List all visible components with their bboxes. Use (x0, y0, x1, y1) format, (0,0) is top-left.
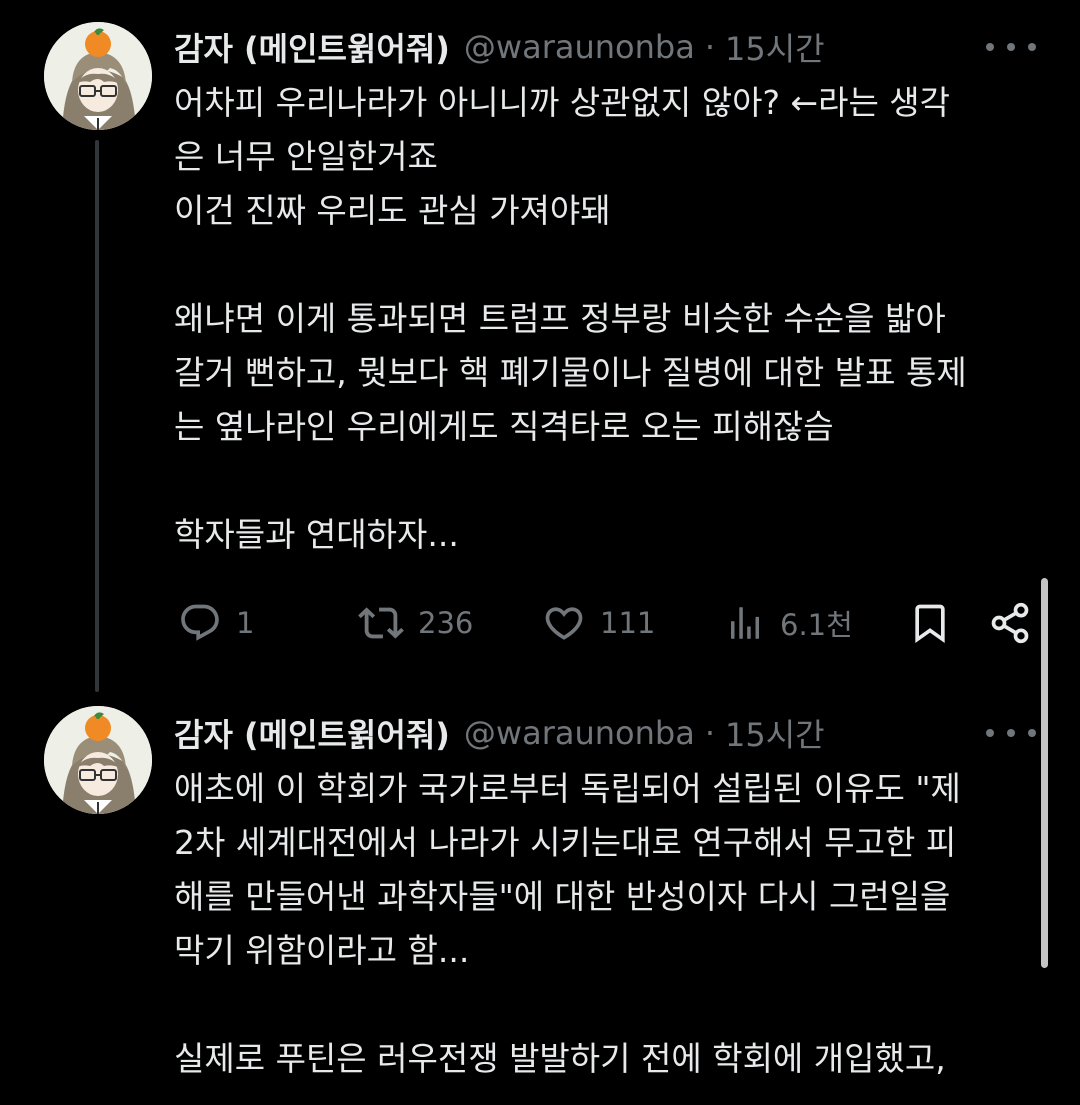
display-name[interactable]: 감자 (메인트윍어줘) (174, 24, 450, 70)
retweet-icon (358, 607, 404, 639)
like-count: 111 (600, 606, 656, 640)
avatar[interactable] (44, 706, 152, 814)
separator-dot: · (704, 714, 715, 752)
share-button[interactable] (988, 595, 1032, 651)
views-button[interactable]: 6.1천 (724, 595, 853, 651)
tweet[interactable]: 감자 (메인트윍어줘) @waraunonba · 15시간 어차피 우리나라가… (0, 0, 1080, 700)
reply-button[interactable]: 1 (178, 595, 254, 651)
user-handle[interactable]: @waraunonba (464, 714, 695, 752)
views-icon (731, 607, 759, 639)
bookmark-icon (915, 604, 945, 644)
scrollbar[interactable] (1041, 578, 1048, 968)
tweet-text: 어차피 우리나라가 아니니까 상관없지 않아? ←라는 생각 은 너무 안일한거… (174, 83, 967, 554)
avatar[interactable] (44, 22, 152, 130)
separator-dot: · (704, 28, 715, 66)
reply-count: 1 (236, 606, 255, 640)
share-icon (991, 602, 1029, 644)
reply-icon (181, 604, 219, 641)
tweet[interactable]: 감자 (메인트윍어줘) @waraunonba · 15시간 애초에 이 학회가… (0, 690, 1080, 1105)
tweet-header: 감자 (메인트윍어줘) @waraunonba · 15시간 (174, 22, 825, 72)
like-button[interactable]: 111 (542, 595, 655, 651)
retweet-count: 236 (418, 606, 474, 640)
tweet-actions: 1 236 111 6.1천 (174, 595, 1044, 651)
timestamp[interactable]: 15시간 (725, 24, 825, 70)
more-icon[interactable] (986, 718, 1036, 748)
tweet-text: 애초에 이 학회가 국가로부터 독립되어 설립된 이유도 "제 2차 세계대전에… (174, 769, 961, 1078)
tweet-header: 감자 (메인트윍어줘) @waraunonba · 15시간 (174, 708, 825, 758)
display-name[interactable]: 감자 (메인트윍어줘) (174, 710, 450, 756)
bookmark-button[interactable] (908, 595, 952, 651)
retweet-button[interactable]: 236 (358, 595, 473, 651)
views-count: 6.1천 (780, 608, 853, 642)
heart-icon (545, 607, 583, 640)
timestamp[interactable]: 15시간 (725, 710, 825, 756)
user-handle[interactable]: @waraunonba (464, 28, 695, 66)
more-icon[interactable] (986, 32, 1036, 62)
